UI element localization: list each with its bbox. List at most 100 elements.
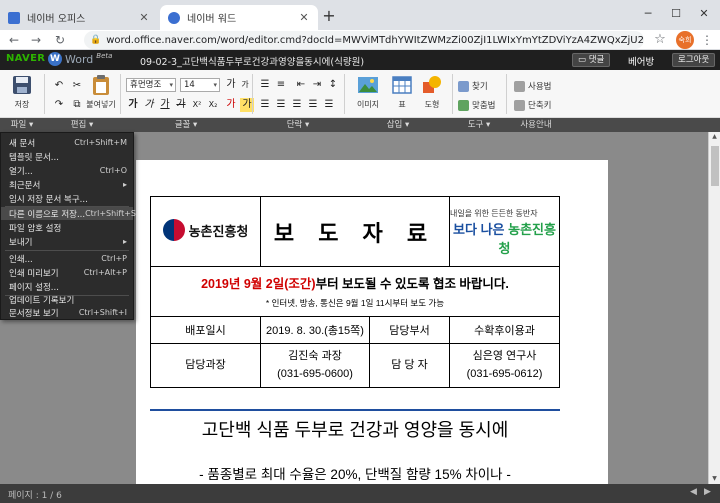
undo-icon[interactable]: ↶ bbox=[52, 79, 66, 93]
menu-item-recover[interactable]: 임시 저장 문서 복구... bbox=[1, 192, 133, 205]
comment-icon: ▭ bbox=[578, 55, 589, 65]
align-left-icon[interactable]: ☰ bbox=[258, 98, 272, 112]
group-label-edit[interactable]: 편집 ▾ bbox=[44, 119, 120, 131]
rda-logo: 농촌진흥청 bbox=[162, 219, 248, 241]
group-label-file[interactable]: 파일 ▾ bbox=[0, 119, 44, 131]
group-label-tools[interactable]: 도구 ▾ bbox=[452, 119, 506, 131]
browser-tab-word[interactable]: 네이버 워드 ✕ bbox=[160, 5, 318, 30]
shape-icon bbox=[423, 76, 441, 93]
document-title[interactable]: 09-02-3_고단백식품두부로건강과영양을동시에(식량원) bbox=[140, 54, 364, 68]
address-bar[interactable]: 🔒 word.office.naver.com/word/editor.cmd?… bbox=[84, 31, 644, 49]
font-name-select[interactable]: 휴먼명조 ▾ bbox=[126, 78, 176, 92]
taegeuk-emblem-icon bbox=[162, 219, 185, 241]
minimize-icon[interactable]: ─ bbox=[640, 6, 656, 22]
new-tab-button[interactable]: + bbox=[320, 7, 338, 25]
contact-phone: (031-695-0612) bbox=[466, 367, 543, 380]
redo-icon[interactable]: ↷ bbox=[52, 98, 66, 112]
line-spacing-icon[interactable]: ↕ bbox=[326, 78, 340, 92]
comment-label: 댓글 bbox=[588, 55, 605, 65]
browser-toolbar: ← → ↻ 🔒 word.office.naver.com/word/edito… bbox=[0, 30, 720, 50]
user-guide-label: 사용법 bbox=[528, 82, 552, 92]
find-button[interactable]: 찾기 bbox=[458, 80, 488, 92]
ribbon-divider bbox=[506, 74, 507, 114]
menu-item-print[interactable]: 인쇄... Ctrl+P bbox=[1, 252, 133, 265]
chevron-down-icon: ▾ bbox=[169, 81, 173, 89]
font-grow-icon[interactable]: 가 bbox=[224, 78, 238, 92]
align-distribute-icon[interactable]: ☰ bbox=[322, 98, 336, 112]
user-name[interactable]: 베어방 bbox=[628, 54, 654, 68]
ribbon-divider bbox=[452, 74, 453, 114]
comment-button[interactable]: ▭ 댓글 bbox=[572, 53, 611, 67]
press-release-table: 농촌진흥청 보 도 자 료 내일을 위한 든든한 동반자 보다 나은 농촌진흥청… bbox=[150, 196, 560, 388]
forward-arrow-icon[interactable]: → bbox=[28, 32, 44, 48]
close-icon[interactable]: ✕ bbox=[298, 11, 310, 24]
zoom-out-icon[interactable]: ◀ bbox=[690, 487, 697, 497]
menu-item-new[interactable]: 새 문서 Ctrl+Shift+M bbox=[1, 136, 133, 149]
scrollbar-thumb[interactable] bbox=[711, 146, 719, 186]
spellcheck-icon bbox=[458, 99, 469, 111]
menu-item-send[interactable]: 보내기 ▸ bbox=[1, 235, 133, 248]
shortcut-button[interactable]: 단축키 bbox=[514, 99, 551, 111]
insert-shape-button[interactable]: 도형 bbox=[414, 74, 450, 114]
italic-icon[interactable]: 가 bbox=[142, 98, 156, 112]
insert-image-button[interactable]: 이미지 bbox=[350, 74, 386, 114]
group-label-insert[interactable]: 삽입 ▾ bbox=[344, 119, 452, 131]
paste-button[interactable]: 붙여넣기 bbox=[86, 74, 116, 114]
menu-item-password[interactable]: 파일 암호 설정 bbox=[1, 221, 133, 234]
menu-item-recent[interactable]: 최근문서 ▸ bbox=[1, 178, 133, 191]
naver-logo[interactable]: NAVER bbox=[6, 53, 45, 64]
close-icon[interactable]: ✕ bbox=[138, 11, 150, 24]
align-justify-icon[interactable]: ☰ bbox=[306, 98, 320, 112]
ribbon-divider bbox=[252, 74, 253, 114]
app-header: NAVER W Word Beta 09-02-3_고단백식품두부로건강과영양을… bbox=[0, 50, 720, 70]
menu-item-history[interactable]: 업데이트 기록보기 bbox=[1, 293, 133, 306]
bookmark-star-icon[interactable]: ☆ bbox=[652, 32, 668, 48]
zoom-in-icon[interactable]: ▶ bbox=[704, 487, 711, 497]
ribbon-divider bbox=[344, 74, 345, 114]
align-right-icon[interactable]: ☰ bbox=[290, 98, 304, 112]
spellcheck-button[interactable]: 맞춤법 bbox=[458, 99, 495, 111]
save-label: 저장 bbox=[14, 100, 30, 109]
press-headline: 보 도 자 료 bbox=[273, 220, 437, 246]
spellcheck-label: 맞춤법 bbox=[472, 101, 496, 111]
user-guide-button[interactable]: 사용법 bbox=[514, 80, 551, 92]
underline-icon[interactable]: 가 bbox=[158, 98, 172, 112]
logout-button[interactable]: 로그아웃 bbox=[672, 53, 716, 67]
font-color-icon[interactable]: 가 bbox=[224, 98, 238, 112]
align-center-icon[interactable]: ☰ bbox=[274, 98, 288, 112]
word-logo[interactable]: W Word Beta bbox=[48, 52, 112, 66]
profile-avatar[interactable]: 숙희 bbox=[676, 31, 694, 49]
slogan-big: 보다 나은 농촌진흥청 bbox=[453, 221, 556, 256]
group-label-paragraph[interactable]: 단락 ▾ bbox=[252, 119, 344, 131]
group-label-font[interactable]: 글꼴 ▾ bbox=[120, 119, 252, 131]
outdent-icon[interactable]: ⇤ bbox=[294, 78, 308, 92]
indent-icon[interactable]: ⇥ bbox=[310, 78, 324, 92]
vertical-scrollbar[interactable]: ▲ ▼ bbox=[708, 132, 720, 484]
maximize-icon[interactable]: ☐ bbox=[668, 6, 684, 22]
menu-item-print-preview[interactable]: 인쇄 미리보기 Ctrl+Alt+P bbox=[1, 266, 133, 279]
save-button[interactable]: 저장 bbox=[4, 74, 40, 114]
window-close-icon[interactable]: ✕ bbox=[696, 6, 712, 22]
bold-icon[interactable]: 가 bbox=[126, 98, 140, 112]
menu-item-page-setup[interactable]: 페이지 설정... bbox=[1, 280, 133, 293]
menu-item-template[interactable]: 템플릿 문서... bbox=[1, 150, 133, 163]
scroll-down-icon[interactable]: ▼ bbox=[709, 474, 720, 484]
menu-item-open[interactable]: 열기... Ctrl+O bbox=[1, 164, 133, 177]
font-shrink-icon[interactable]: 가 bbox=[238, 78, 252, 92]
font-size-select[interactable]: 14 ▾ bbox=[180, 78, 220, 92]
copy-icon[interactable]: ⧉ bbox=[70, 98, 84, 112]
subscript-icon[interactable]: X₂ bbox=[206, 98, 220, 112]
numbered-list-icon[interactable]: ≡ bbox=[274, 78, 288, 92]
file-menu: 새 문서 Ctrl+Shift+M 템플릿 문서... 열기... Ctrl+O 최… bbox=[0, 132, 136, 320]
superscript-icon[interactable]: X² bbox=[190, 98, 204, 112]
cut-icon[interactable]: ✂ bbox=[70, 79, 84, 93]
reload-icon[interactable]: ↻ bbox=[52, 32, 68, 48]
strikethrough-icon[interactable]: 가 bbox=[174, 98, 188, 112]
browser-menu-icon[interactable]: ⋮ bbox=[700, 32, 714, 48]
menu-item-save-as[interactable]: 다른 이름으로 저장... Ctrl+Shift+S bbox=[1, 207, 136, 220]
bullet-list-icon[interactable]: ☰ bbox=[258, 78, 272, 92]
menu-item-doc-info[interactable]: 문서정보 보기 Ctrl+Shift+I bbox=[1, 306, 133, 319]
browser-tab-office[interactable]: 네이버 오피스 ✕ bbox=[0, 5, 158, 30]
back-arrow-icon[interactable]: ← bbox=[6, 32, 22, 48]
scroll-up-icon[interactable]: ▲ bbox=[709, 132, 720, 142]
